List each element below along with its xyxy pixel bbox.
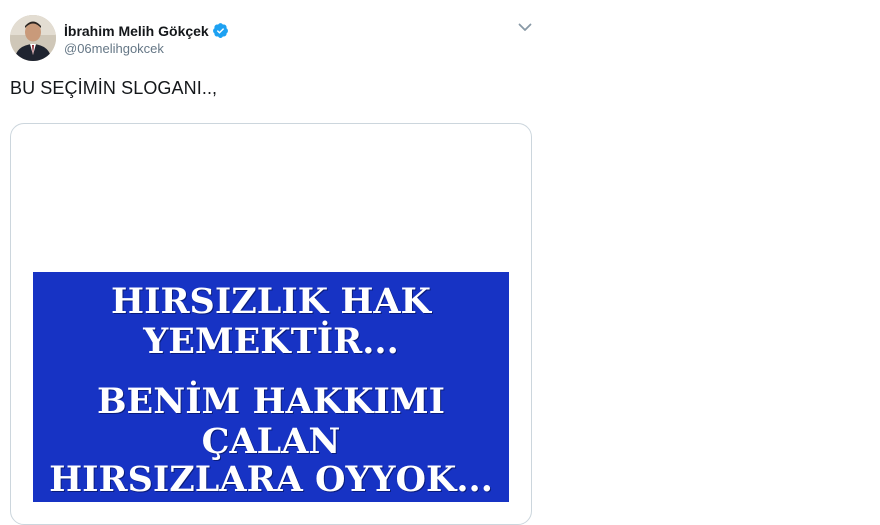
media-card[interactable]: HIRSIZLIK HAK YEMEKTİR... BENİM HAKKIMI …: [10, 123, 532, 525]
author-handle[interactable]: @06melihgokcek: [64, 41, 164, 56]
author-display-name[interactable]: İbrahim Melih Gökçek: [64, 23, 209, 39]
avatar[interactable]: [10, 15, 56, 61]
slogan-line: YEMEKTİR...: [143, 321, 399, 362]
slogan-image: HIRSIZLIK HAK YEMEKTİR... BENİM HAKKIMI …: [33, 272, 509, 502]
slogan-line: HIRSIZLARA OYYOK...: [49, 459, 493, 500]
tweet-menu-button[interactable]: [514, 16, 536, 38]
slogan-line: ÇALAN: [201, 421, 341, 462]
tweet-text: BU SEÇİMİN SLOGANI..,: [10, 78, 218, 98]
tweet: İbrahim Melih Gökçek @06melihgokcek BU S…: [0, 0, 880, 525]
author-name-row[interactable]: İbrahim Melih Gökçek: [64, 22, 229, 39]
chevron-down-icon: [518, 23, 532, 31]
slogan-line: BENİM HAKKIMI: [96, 381, 446, 422]
slogan-line: HIRSIZLIK HAK: [111, 281, 431, 322]
verified-badge-icon: [212, 23, 228, 38]
profile-photo-icon: [10, 15, 56, 61]
